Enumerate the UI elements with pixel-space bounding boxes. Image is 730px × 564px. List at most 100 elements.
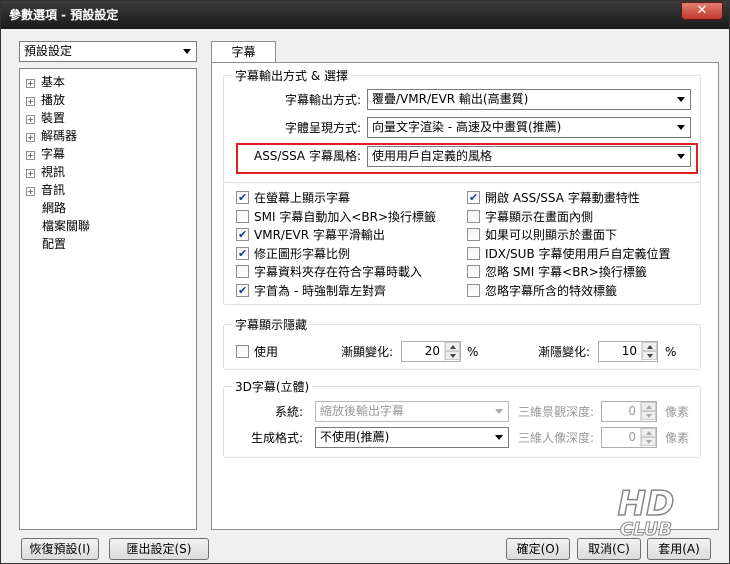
close-icon[interactable]: ✕ [681, 2, 723, 20]
fade-in-value: 20 [424, 344, 440, 358]
spin-up-icon[interactable] [445, 342, 460, 351]
chevron-down-icon [495, 435, 503, 440]
checkbox-box [467, 209, 480, 223]
font-render-select[interactable]: 向量文字渲染 - 高速及中畫質(推薦) [367, 117, 691, 138]
spin-up-icon[interactable] [642, 342, 657, 351]
chevron-down-icon [183, 49, 191, 54]
tree-item[interactable]: 配置 [42, 235, 66, 253]
reset-button[interactable]: 恢復預設(I) [21, 538, 99, 560]
checkbox-box [236, 345, 249, 358]
expand-plus-icon[interactable]: + [26, 133, 35, 142]
option-checkbox[interactable]: 修正圖形字幕比例 [236, 246, 350, 262]
tree-item[interactable]: + 視訊 [26, 163, 65, 181]
tree-item[interactable]: + 裝置 [26, 109, 65, 127]
tree-item[interactable]: + 字幕 [26, 145, 65, 163]
spin-down-icon[interactable] [641, 411, 656, 420]
option-checkbox[interactable]: 開啟 ASS/SSA 字幕動畫特性 [467, 190, 640, 206]
option-checkbox[interactable]: 忽略 SMI 字幕<BR>換行標籤 [467, 264, 647, 280]
depth-unit: 像素 [665, 405, 690, 419]
spin-down-icon[interactable] [642, 351, 657, 360]
format-value: 不使用(推薦) [320, 430, 390, 444]
format-label: 生成格式: [250, 431, 303, 445]
tree-item-label: 解碼器 [41, 129, 78, 143]
fade-in-spinner[interactable]: 20 [401, 341, 461, 362]
checkbox-box [467, 228, 480, 241]
font-render-label: 字體呈現方式: [284, 121, 361, 135]
svg-text:CLUB: CLUB [620, 519, 672, 540]
profile-select[interactable]: 預設設定 [19, 41, 197, 62]
ok-button-label: 確定(O) [516, 542, 560, 556]
expand-plus-icon[interactable]: + [26, 79, 35, 88]
tree-item[interactable]: + 播放 [26, 91, 65, 109]
checkbox-checked-icon [236, 227, 249, 243]
tree-item[interactable]: + 音訊 [26, 181, 65, 199]
option-checkbox-label: 字首為 - 時強制靠左對齊 [254, 283, 386, 298]
person-depth-spinner[interactable]: 0 [601, 427, 657, 448]
tree-item[interactable]: + 解碼器 [26, 127, 77, 145]
tab-subtitles[interactable]: 字幕 [211, 41, 276, 63]
tree-item[interactable]: 檔案關聯 [42, 217, 90, 235]
checkbox-checked-icon [236, 190, 249, 206]
output-mode-select[interactable]: 覆疊/VMR/EVR 輸出(高畫質) [367, 89, 691, 110]
option-checkbox[interactable]: 如果可以則顯示於畫面下 [467, 227, 617, 243]
system-select[interactable]: 縮放後輸出字幕 [315, 401, 509, 422]
option-checkbox-label: 修正圖形字幕比例 [254, 246, 351, 261]
option-checkbox[interactable]: 在螢幕上顯示字幕 [236, 190, 350, 206]
option-checkbox[interactable]: 字幕顯示在畫面內側 [467, 209, 593, 225]
option-checkbox[interactable]: 字首為 - 時強制靠左對齊 [236, 283, 386, 299]
checkbox-box [467, 246, 480, 260]
tree-item[interactable]: + 基本 [26, 73, 65, 91]
spin-up-icon[interactable] [641, 402, 656, 411]
spin-down-icon[interactable] [641, 437, 656, 446]
ok-button[interactable]: 確定(O) [506, 538, 570, 560]
checkbox-box [467, 283, 480, 297]
fade-use-checkbox[interactable]: 使用 [236, 344, 278, 360]
fade-in-label: 漸顯變化: [341, 345, 394, 359]
chevron-down-icon [677, 125, 685, 130]
apply-button-label: 套用(A) [658, 542, 700, 556]
option-checkbox-label: IDX/SUB 字幕使用用戶自定義位置 [485, 246, 671, 261]
checkbox-checked-icon [236, 246, 249, 262]
option-checkbox-label: VMR/EVR 字幕平滑輸出 [254, 228, 385, 242]
fade-out-spinner[interactable]: 10 [598, 341, 658, 362]
cancel-button[interactable]: 取消(C) [577, 538, 641, 560]
option-checkbox[interactable]: VMR/EVR 字幕平滑輸出 [236, 227, 385, 243]
tree-item-label: 網路 [42, 201, 67, 215]
output-mode-label: 字幕輸出方式: [284, 93, 361, 107]
expand-plus-icon[interactable]: + [26, 115, 35, 124]
spin-up-icon[interactable] [641, 428, 656, 437]
checkbox-checked-icon [467, 190, 480, 206]
option-checkbox[interactable]: 忽略字幕所含的特效標籤 [467, 283, 617, 299]
category-tree[interactable]: + 基本 + 播放 + 裝置 + 解碼器 + 字幕 + 視訊 + 音訊網路檔案關聯配置 [19, 68, 197, 530]
output-mode-value: 覆疊/VMR/EVR 輸出(高畫質) [372, 92, 529, 106]
tree-item-label: 裝置 [41, 111, 66, 125]
expand-plus-icon[interactable]: + [26, 187, 35, 196]
depth-value: 0 [628, 404, 636, 418]
spin-down-icon[interactable] [445, 351, 460, 360]
format-select[interactable]: 不使用(推薦) [315, 427, 509, 448]
depth-spinner[interactable]: 0 [601, 401, 657, 422]
tree-item-label: 音訊 [41, 183, 66, 197]
export-button-label: 匯出設定(S) [126, 542, 192, 556]
window-title: 參數選項 - 預設設定 [9, 8, 119, 22]
export-button[interactable]: 匯出設定(S) [109, 538, 209, 560]
tree-item-label: 檔案關聯 [42, 219, 91, 233]
option-checkbox[interactable]: IDX/SUB 字幕使用用戶自定義位置 [467, 246, 671, 262]
svg-text:HD: HD [618, 484, 675, 524]
output-group-title: 字幕輸出方式 & 選擇 [232, 67, 351, 84]
checkbox-box [236, 209, 249, 223]
expand-plus-icon[interactable]: + [26, 169, 35, 178]
option-checkbox[interactable]: SMI 字幕自動加入<BR>換行標籤 [236, 209, 436, 225]
tree-item-label: 播放 [41, 93, 66, 107]
fade-out-label: 漸隱變化: [538, 345, 591, 359]
preferences-window: 參數選項 - 預設設定 ✕ 預設設定 + 基本 + 播放 + 裝置 + 解碼器 + 字幕 + 視訊 + 音… [0, 0, 730, 564]
expand-plus-icon[interactable]: + [26, 151, 35, 160]
tree-item-label: 基本 [41, 75, 66, 89]
apply-button[interactable]: 套用(A) [647, 538, 711, 560]
expand-plus-icon[interactable]: + [26, 97, 35, 106]
option-checkbox-label: 字幕顯示在畫面內側 [485, 209, 594, 224]
tree-item[interactable]: 網路 [42, 199, 66, 217]
option-checkbox[interactable]: 字幕資料夾存在符合字幕時載入 [236, 264, 422, 280]
tree-item-label: 字幕 [41, 147, 66, 161]
tree-item-label: 視訊 [41, 165, 66, 179]
